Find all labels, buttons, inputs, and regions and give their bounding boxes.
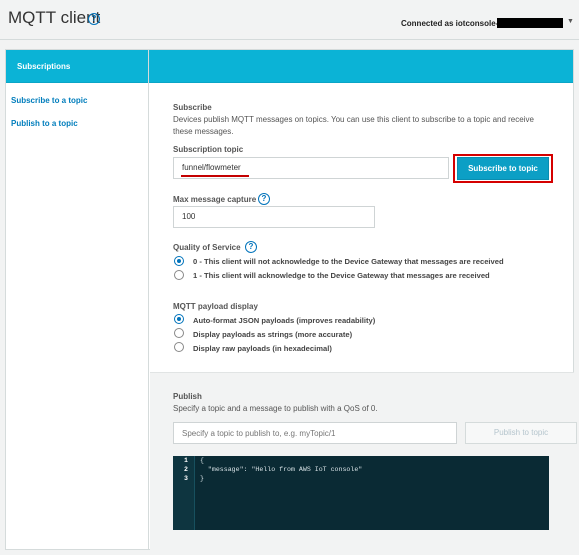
subscribe-description: Devices publish MQTT messages on topics.…	[173, 115, 534, 136]
help-icon[interactable]: ?	[245, 241, 257, 253]
page-title: MQTT client ?	[8, 8, 100, 28]
subscribe-button[interactable]: Subscribe to topic	[457, 157, 549, 180]
publish-topic-input[interactable]	[173, 422, 457, 444]
message-editor[interactable]: 1 2 3 { "message": "Hello from AWS IoT c…	[173, 456, 549, 530]
payload-string-label: Display payloads as strings (more accura…	[193, 330, 353, 339]
payload-json-radio[interactable]	[174, 314, 184, 324]
sidebar-heading: Subscriptions	[6, 50, 148, 83]
max-capture-input[interactable]: 100	[173, 206, 375, 228]
qos-1-label: 1 - This client will acknowledge to the …	[193, 271, 490, 280]
code-line: {	[200, 457, 204, 464]
payload-raw-label: Display raw payloads (in hexadecimal)	[193, 344, 332, 353]
subscription-topic-label: Subscription topic	[173, 145, 244, 154]
payload-string-radio[interactable]	[174, 328, 184, 338]
chevron-down-icon[interactable]: ▼	[567, 18, 574, 25]
qos-0-radio[interactable]	[174, 256, 184, 266]
help-icon[interactable]: ?	[258, 193, 270, 205]
payload-display-label: MQTT payload display	[173, 302, 258, 311]
code-line: "message": "Hello from AWS IoT console"	[200, 466, 363, 473]
help-icon[interactable]: ?	[88, 13, 100, 25]
publish-button[interactable]: Publish to topic	[465, 422, 577, 444]
topic-underline-annotation	[181, 175, 249, 177]
qos-0-label: 0 - This client will not acknowledge to …	[193, 257, 504, 266]
publish-description: Specify a topic and a message to publish…	[173, 404, 378, 413]
line-number: 1	[184, 457, 188, 464]
sidebar-item-subscribe[interactable]: Subscribe to a topic	[11, 96, 87, 105]
qos-label: Quality of Service	[173, 243, 241, 252]
main-panel-header	[149, 50, 573, 83]
payload-json-label: Auto-format JSON payloads (improves read…	[193, 316, 376, 325]
page-title-text: MQTT client	[8, 8, 101, 27]
publish-section-label: Publish	[173, 392, 202, 401]
connection-status: Connected as iotconsole-	[401, 19, 499, 28]
line-number: 3	[184, 475, 188, 482]
payload-raw-radio[interactable]	[174, 342, 184, 352]
subscribe-section-label: Subscribe	[173, 103, 212, 112]
sidebar-item-publish[interactable]: Publish to a topic	[11, 119, 78, 128]
page-header: MQTT client ? Connected as iotconsole- ▼	[0, 0, 579, 40]
line-number: 2	[184, 466, 188, 473]
code-line: }	[200, 475, 204, 482]
qos-1-radio[interactable]	[174, 270, 184, 280]
redacted-account-id	[497, 18, 563, 28]
max-capture-label: Max message capture	[173, 195, 257, 204]
